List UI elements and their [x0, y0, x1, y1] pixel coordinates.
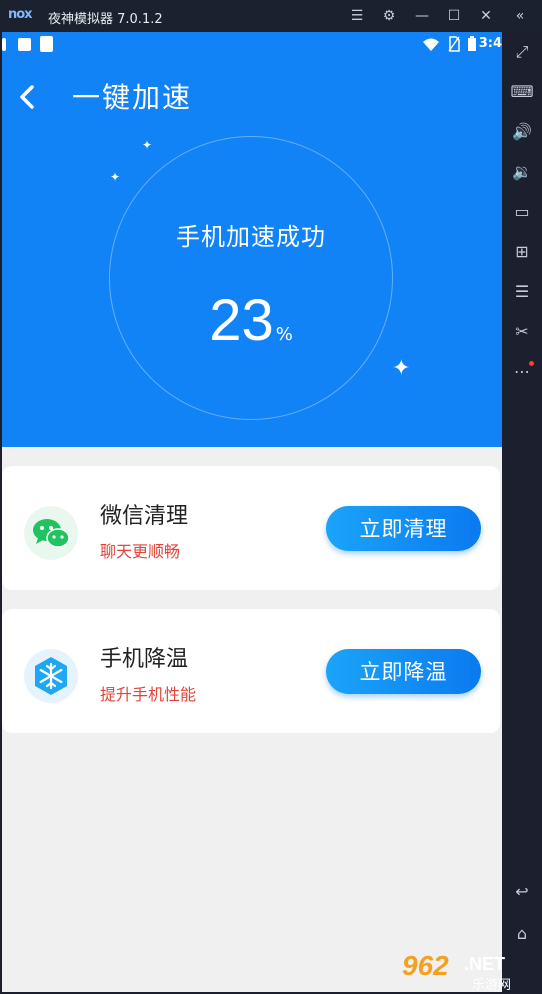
cool-now-button[interactable]: 立即降温: [326, 649, 481, 694]
card-title: 微信清理: [100, 504, 189, 529]
collapse-icon[interactable]: «: [510, 6, 530, 26]
watermark-suffix: .NET: [464, 954, 506, 974]
wechat-icon: [24, 506, 78, 560]
back-arrow-icon[interactable]: [14, 82, 44, 112]
watermark-sub: 乐游网: [472, 978, 512, 993]
keyboard-icon[interactable]: ⌨: [510, 80, 534, 104]
notification-icon: [2, 38, 6, 51]
nox-logo: nox: [8, 7, 33, 22]
site-watermark: 962 .NET 乐游网: [402, 950, 538, 993]
emulator-title: 夜神模拟器 7.0.1.2: [48, 12, 163, 27]
screen-icon[interactable]: ▭: [510, 200, 534, 224]
clean-now-button[interactable]: 立即清理: [326, 506, 481, 551]
status-time: 3:4: [478, 36, 502, 51]
back-nav-icon[interactable]: ↩: [510, 880, 534, 904]
card-subtitle: 提升手机性能: [100, 685, 197, 704]
close-icon[interactable]: ✕: [476, 6, 496, 26]
cool-down-card: 手机降温 提升手机性能 立即降温: [2, 609, 500, 733]
no-sim-icon: [448, 36, 460, 52]
notification-dot: [529, 361, 534, 366]
card-title: 手机降温: [100, 647, 189, 672]
percent-value: 23: [209, 288, 274, 353]
volume-down-icon[interactable]: 🔉: [510, 160, 534, 184]
fullscreen-icon[interactable]: ⤢: [510, 40, 534, 64]
maximize-icon[interactable]: ☐: [444, 6, 464, 26]
home-nav-icon[interactable]: ⌂: [510, 922, 534, 946]
scissors-icon[interactable]: ✂: [510, 320, 534, 344]
notification-icon: [18, 38, 31, 51]
status-bar: 3:4: [2, 32, 502, 58]
result-ring: 手机加速成功 23%: [109, 136, 393, 420]
battery-icon: [468, 36, 476, 51]
volume-up-icon[interactable]: 🔊: [510, 120, 534, 144]
wifi-icon: [423, 38, 439, 51]
watermark-number: 962: [402, 950, 449, 981]
sparkle-icon: ✦: [110, 170, 121, 184]
gear-icon[interactable]: ⚙: [379, 6, 399, 26]
sparkle-icon: ✦: [142, 138, 153, 152]
menu-icon[interactable]: ☰: [347, 6, 367, 26]
card-subtitle: 聊天更顺畅: [100, 542, 181, 561]
phone-screen: 3:4 一键加速 ✦ ✦ ✦ 手机加速成功 23% 微信清理 聊天更顺畅 立即清…: [2, 32, 502, 992]
result-percent: 23%: [110, 287, 392, 354]
notification-icon: [40, 36, 53, 52]
minimize-icon[interactable]: —: [412, 6, 432, 26]
emulator-sidebar: ⤢ ⌨ 🔊 🔉 ▭ ⊞ ☰ ✂ ⋯ ↩ ⌂: [502, 32, 542, 994]
multi-instance-icon[interactable]: ☰: [510, 280, 534, 304]
snowflake-icon: [24, 649, 78, 703]
emulator-window: nox 夜神模拟器 7.0.1.2 ☰ ⚙ — ☐ ✕ « 3:4 一键加速 ✦…: [0, 0, 542, 994]
percent-unit: %: [275, 324, 293, 345]
apk-install-icon[interactable]: ⊞: [510, 240, 534, 264]
page-title: 一键加速: [72, 81, 193, 114]
hero-section: 3:4 一键加速 ✦ ✦ ✦ 手机加速成功 23%: [2, 32, 502, 447]
emulator-titlebar: nox 夜神模拟器 7.0.1.2 ☰ ⚙ — ☐ ✕ «: [0, 0, 542, 32]
sparkle-icon: ✦: [392, 356, 411, 381]
wechat-clean-card: 微信清理 聊天更顺畅 立即清理: [2, 466, 500, 590]
result-label: 手机加速成功: [176, 223, 326, 251]
